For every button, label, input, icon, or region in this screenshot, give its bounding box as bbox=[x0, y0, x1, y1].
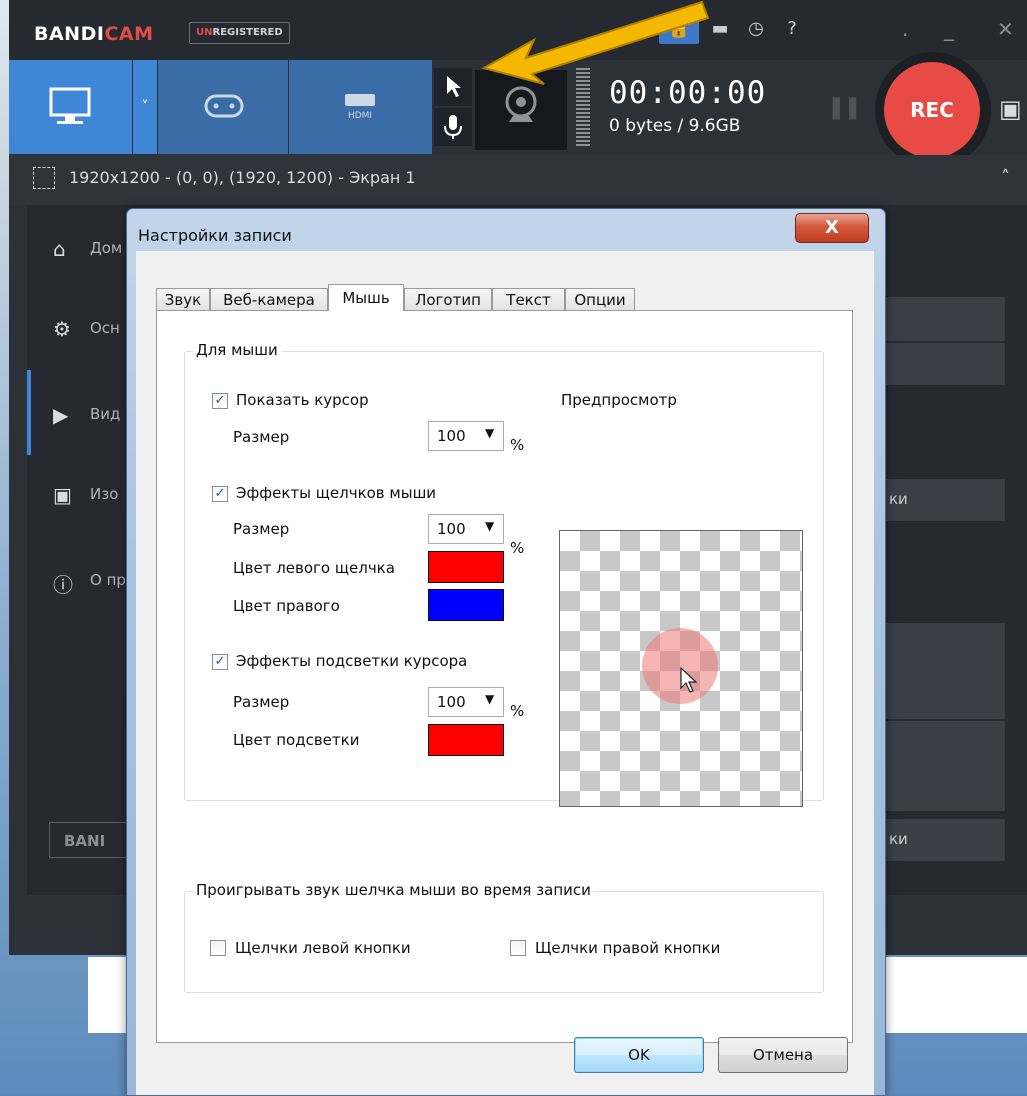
highlight-effects-checkbox[interactable]: ✓ bbox=[212, 654, 228, 670]
dialog-title: Настройки записи bbox=[138, 226, 292, 245]
highlight-size-percent: % bbox=[510, 702, 525, 720]
click-size-percent: % bbox=[510, 539, 525, 557]
highlight-color-label: Цвет подсветки bbox=[233, 731, 360, 749]
click-effects-label[interactable]: Эффекты щелчков мыши bbox=[236, 484, 436, 502]
pause-icon[interactable]: ❚❚ bbox=[827, 95, 862, 120]
screen-mode-button[interactable] bbox=[9, 60, 132, 154]
hdmi-icon: HDMI bbox=[345, 94, 375, 121]
cursor-size-select[interactable]: 100 ▼ bbox=[428, 421, 504, 451]
cursor-size-percent: % bbox=[510, 436, 525, 454]
background-panel bbox=[877, 721, 1005, 811]
tab-mouse[interactable]: Мышь bbox=[328, 284, 404, 311]
video-settings-icon: ▶ bbox=[53, 403, 69, 427]
unregistered-badge[interactable]: UNREGISTERED bbox=[189, 22, 290, 44]
home-icon: ⌂ bbox=[53, 237, 66, 261]
tab-logo[interactable]: Логотип bbox=[404, 288, 492, 310]
sidebar-item-about[interactable]: ⓘ О пр bbox=[27, 561, 127, 601]
sidebar-item-label: Изо bbox=[90, 485, 119, 503]
cursor-settings-button[interactable] bbox=[434, 68, 472, 106]
right-click-color-swatch[interactable] bbox=[428, 589, 504, 621]
sidebar-item-label: Дом bbox=[90, 239, 123, 257]
capture-area-bar[interactable]: 1920x1200 - (0, 0), (1920, 1200) - Экран… bbox=[9, 155, 1027, 205]
game-mode-button[interactable] bbox=[158, 60, 288, 154]
right-click-color-label: Цвет правого bbox=[233, 597, 340, 615]
click-size-label: Размер bbox=[233, 520, 290, 538]
dialog-client: Звук Веб-камера Мышь Логотип Текст Опции… bbox=[136, 251, 874, 1095]
rec-button[interactable]: REC bbox=[884, 62, 980, 158]
bandicam-logo: BANDICAM bbox=[34, 23, 154, 45]
ok-button[interactable]: OK bbox=[574, 1037, 704, 1073]
sidebar-item-image[interactable]: ▣ Изо bbox=[27, 475, 127, 515]
show-cursor-checkbox[interactable]: ✓ bbox=[212, 393, 228, 409]
sidebar-item-label: О пр bbox=[90, 571, 126, 589]
chevron-down-icon[interactable]: ˅ bbox=[133, 60, 157, 154]
chevron-down-icon: ▼ bbox=[485, 426, 495, 440]
image-settings-icon: ▣ bbox=[53, 483, 72, 507]
gamepad-icon bbox=[204, 94, 244, 118]
preview-label: Предпросмотр bbox=[561, 391, 677, 409]
selection-area-icon bbox=[33, 167, 55, 189]
click-sound-group: Проигрывать звук шелчка мыши во время за… bbox=[184, 881, 824, 993]
monitor-icon bbox=[49, 87, 91, 124]
chevron-up-icon[interactable]: ˄ bbox=[1001, 167, 1010, 188]
annotation-arrow bbox=[481, 0, 710, 85]
tab-text[interactable]: Текст bbox=[492, 288, 565, 310]
highlight-size-label: Размер bbox=[233, 693, 290, 711]
sidebar-item-label: Вид bbox=[90, 405, 121, 423]
highlight-color-swatch[interactable] bbox=[428, 724, 504, 756]
recording-size: 0 bytes / 9.6GB bbox=[609, 116, 741, 136]
cursor-icon bbox=[680, 667, 698, 693]
dialog-close-button[interactable]: X bbox=[795, 213, 869, 243]
background-panel bbox=[877, 343, 1005, 385]
tab-webcam[interactable]: Веб-камера bbox=[210, 288, 328, 310]
sidebar-item-label: Осн bbox=[90, 319, 120, 337]
background-panel bbox=[877, 623, 1005, 719]
background-button[interactable]: ки bbox=[877, 479, 1005, 521]
click-size-select[interactable]: 100 ▼ bbox=[428, 514, 504, 544]
mouse-group-title: Для мыши bbox=[193, 341, 281, 359]
svg-text:HDMI: HDMI bbox=[348, 111, 372, 121]
tab-sound[interactable]: Звук bbox=[156, 288, 210, 310]
background-panel bbox=[877, 297, 1005, 341]
recording-settings-dialog: Настройки записи X Звук Веб-камера Мышь … bbox=[126, 208, 886, 1096]
camera-icon[interactable]: ▣ bbox=[999, 95, 1022, 123]
close-icon[interactable]: ✕ bbox=[997, 14, 1014, 44]
background-button[interactable]: ки bbox=[877, 819, 1005, 861]
sidebar-item-home[interactable]: ⌂ Дом bbox=[27, 229, 127, 269]
cursor-preview bbox=[559, 530, 803, 807]
microphone-button[interactable] bbox=[434, 108, 472, 146]
cursor-size-label: Размер bbox=[233, 428, 290, 446]
highlight-effects-label[interactable]: Эффекты подсветки курсора bbox=[236, 652, 467, 670]
microphone-icon bbox=[444, 115, 462, 139]
mouse-tab-page: Для мыши ✓ Показать курсор Размер 100 ▼ … bbox=[156, 310, 853, 1043]
sidebar-item-general[interactable]: ⚙ Осн bbox=[27, 309, 127, 349]
left-click-color-swatch[interactable] bbox=[428, 551, 504, 583]
chevron-down-icon: ▼ bbox=[485, 692, 495, 706]
tab-options[interactable]: Опции bbox=[565, 288, 635, 310]
sidebar-item-video[interactable]: ▶ Вид bbox=[27, 395, 127, 435]
show-cursor-label[interactable]: Показать курсор bbox=[236, 391, 369, 409]
right-clicks-checkbox[interactable] bbox=[510, 940, 526, 956]
click-sound-group-title: Проигрывать звук шелчка мыши во время за… bbox=[193, 881, 594, 899]
help-icon[interactable]: ? bbox=[777, 14, 807, 44]
info-icon: ⓘ bbox=[53, 573, 73, 597]
highlight-size-select[interactable]: 100 ▼ bbox=[428, 687, 504, 717]
click-effects-checkbox[interactable]: ✓ bbox=[212, 486, 228, 502]
left-clicks-checkbox[interactable] bbox=[210, 940, 226, 956]
cancel-button[interactable]: Отмена bbox=[718, 1037, 848, 1073]
chevron-down-icon: ▼ bbox=[485, 519, 495, 533]
minimize-icon[interactable]: _ bbox=[944, 14, 954, 44]
clock-icon[interactable]: ◷ bbox=[741, 14, 771, 44]
capture-area-text: 1920x1200 - (0, 0), (1920, 1200) - Экран… bbox=[69, 168, 416, 187]
right-clicks-label[interactable]: Щелчки правой кнопки bbox=[535, 939, 720, 957]
gear-icon: ⚙ bbox=[53, 317, 71, 341]
device-mode-button[interactable]: HDMI bbox=[289, 60, 432, 154]
more-icon[interactable]: . bbox=[902, 14, 908, 44]
left-clicks-label[interactable]: Щелчки левой кнопки bbox=[235, 939, 411, 957]
left-click-color-label: Цвет левого щелчка bbox=[233, 559, 395, 577]
cursor-icon bbox=[447, 76, 461, 97]
